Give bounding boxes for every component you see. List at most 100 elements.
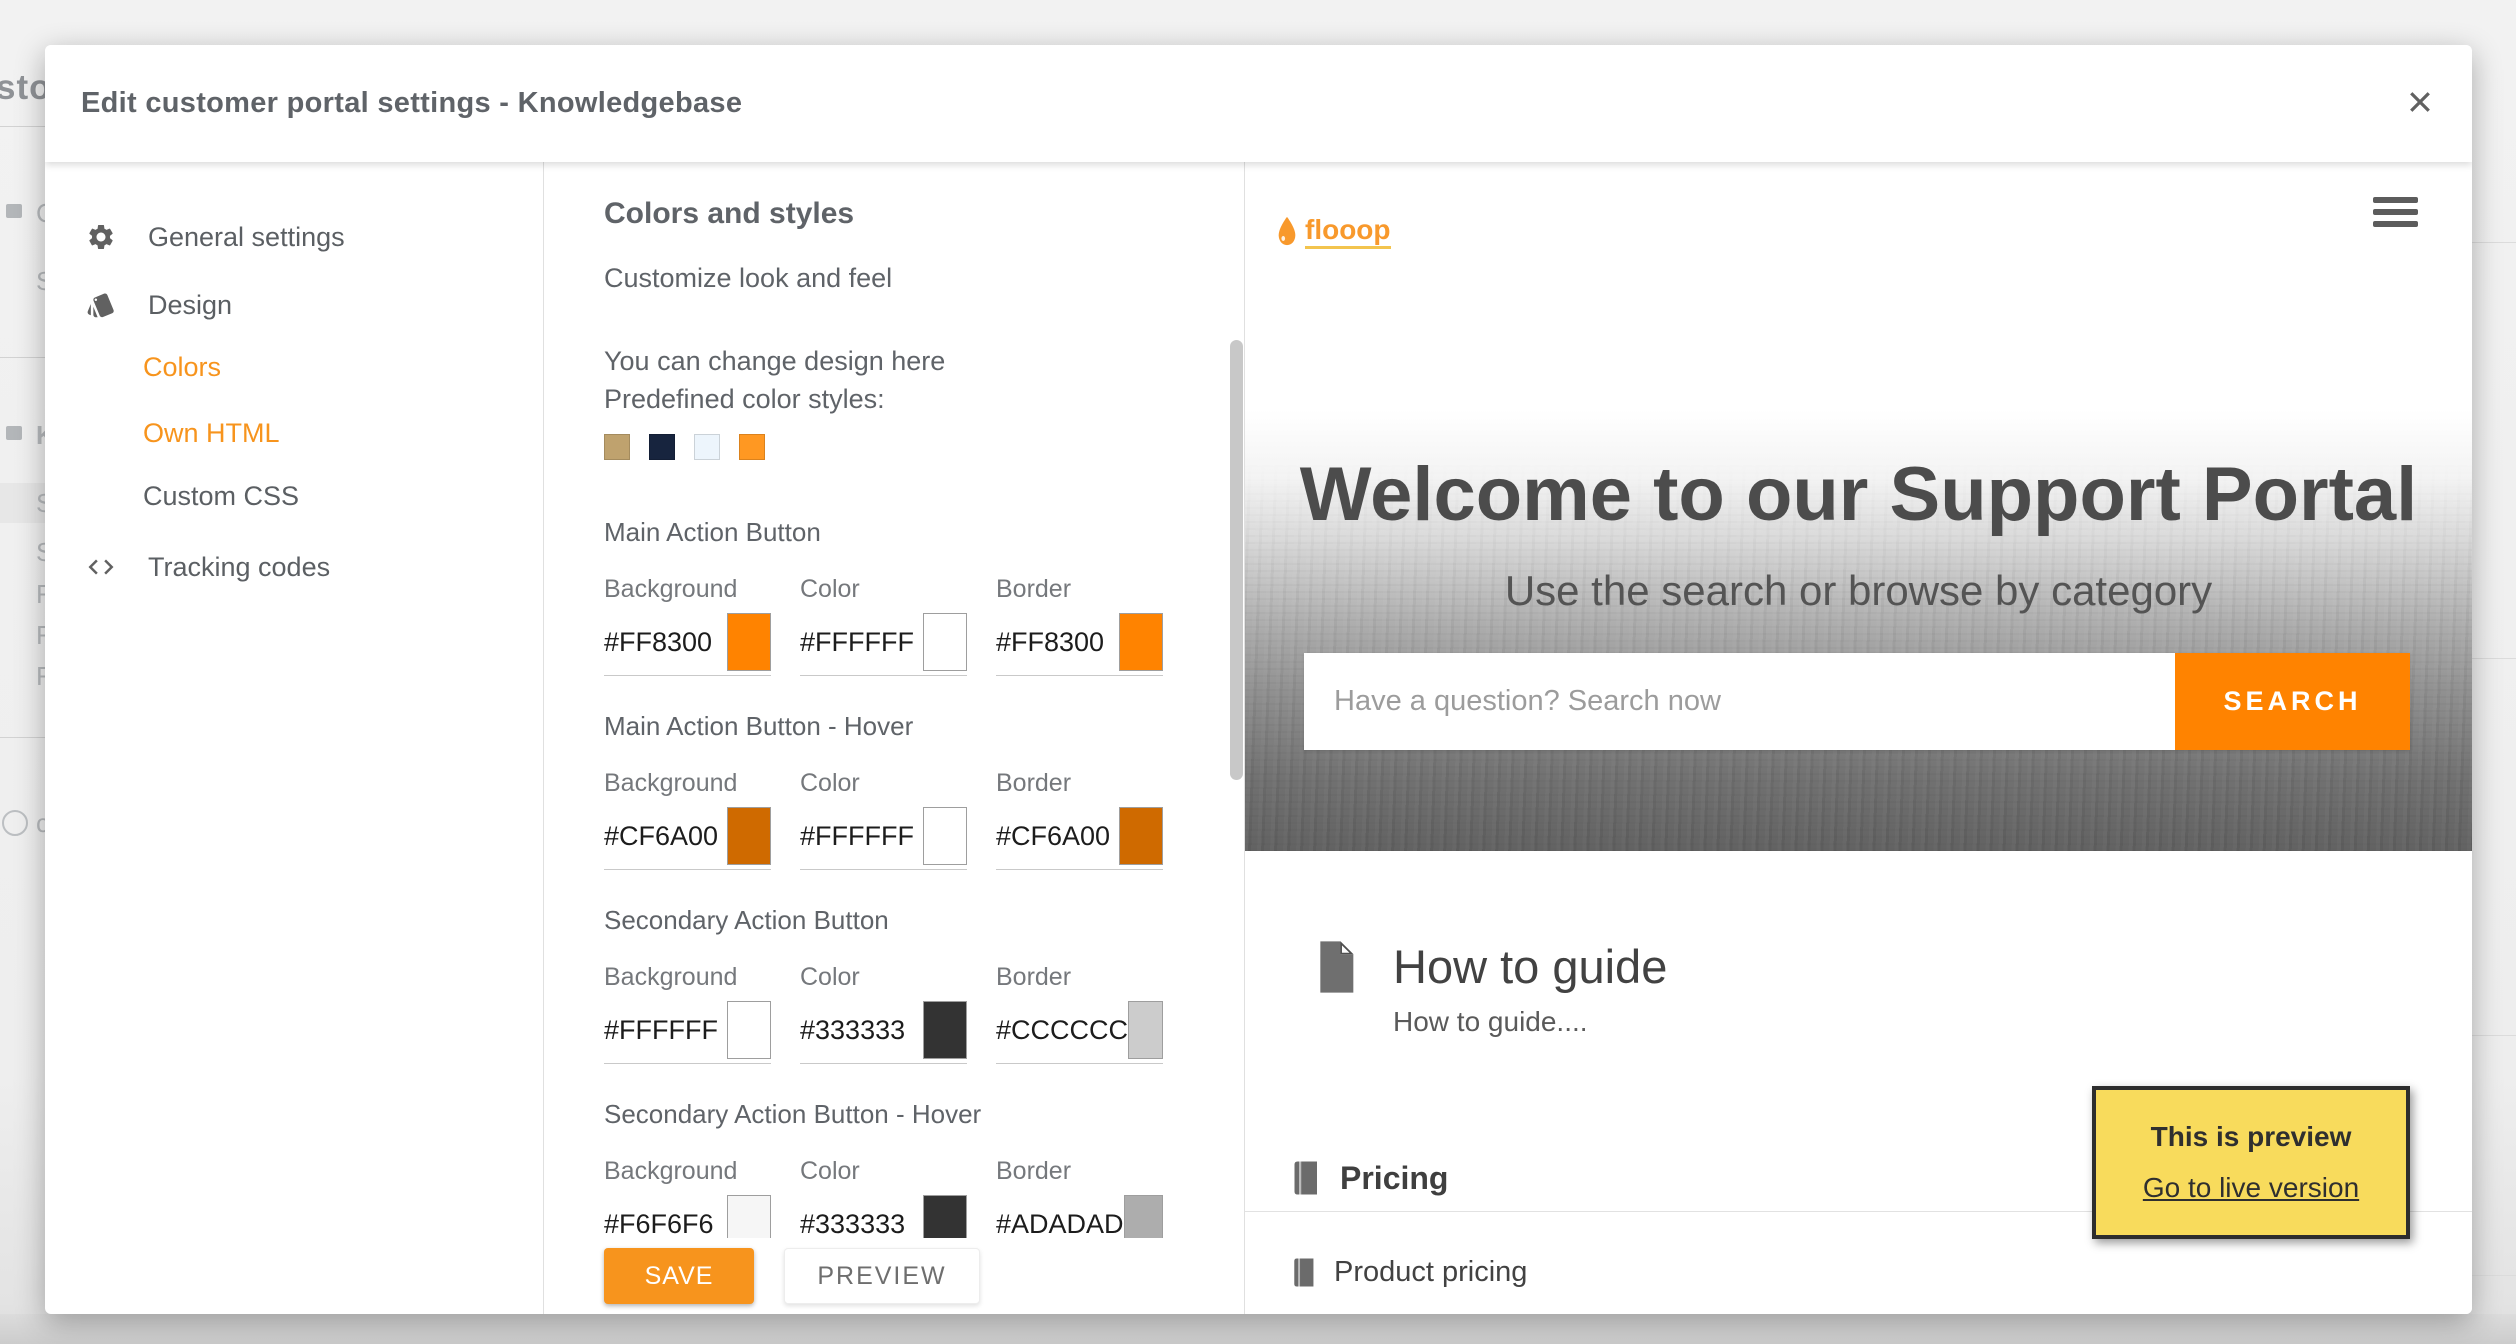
color-field-border: Border #ADADAD (996, 1157, 1163, 1238)
portal-logo[interactable]: flooop (1277, 215, 1391, 249)
ghost-icon (6, 204, 22, 218)
hex-value-input[interactable]: #FFFFFF (800, 627, 923, 658)
background-divider (0, 737, 46, 738)
code-icon (86, 552, 116, 582)
color-swatch[interactable] (923, 1001, 967, 1059)
color-field-background: Background #FFFFFF (604, 963, 771, 1064)
section-title: Secondary Action Button (604, 905, 889, 935)
section-secondary-action-button-hover: Secondary Action Button - Hover Backgrou… (604, 1099, 1204, 1238)
background-ghost-row: S (0, 537, 53, 567)
gear-icon (86, 222, 116, 252)
style-icon (86, 290, 116, 320)
sidebar-item-label: Design (148, 289, 233, 320)
edit-portal-settings-modal: Edit customer portal settings - Knowledg… (45, 45, 2472, 1314)
sidebar-item-label: Tracking codes (148, 551, 331, 582)
sidebar-item-own-html[interactable]: Own HTML (143, 418, 543, 448)
sidebar-item-custom-css[interactable]: Custom CSS (143, 481, 543, 511)
background-divider (0, 126, 46, 127)
section-title: Main Action Button - Hover (604, 711, 914, 741)
close-button[interactable] (2398, 81, 2442, 125)
modal-title: Edit customer portal settings - Knowledg… (81, 87, 743, 119)
portal-preview: flooop Welcome to our Support Portal Use… (1245, 162, 2472, 1314)
sidebar-item-tracking-codes[interactable]: Tracking codes (86, 552, 543, 582)
search-button[interactable]: SEARCH (2175, 653, 2410, 750)
color-swatch[interactable] (1128, 1001, 1163, 1059)
background-ghost-row: F (36, 620, 52, 650)
panel-subheading: Customize look and feel (604, 263, 893, 293)
hamburger-menu-icon[interactable] (2373, 197, 2418, 233)
predefined-color-swatch[interactable] (604, 434, 630, 460)
settings-scroll-area[interactable]: Colors and styles Customize look and fee… (544, 162, 1244, 1238)
predefined-color-swatch[interactable] (694, 434, 720, 460)
preview-mode-banner: This is preview Go to live version (2092, 1086, 2410, 1239)
hex-value-input[interactable]: #F6F6F6 (604, 1209, 727, 1239)
hex-value-input[interactable]: #333333 (800, 1015, 923, 1046)
color-swatch[interactable] (923, 613, 967, 671)
hex-value-input[interactable]: #ADADAD (996, 1209, 1124, 1239)
sidebar-item-design[interactable]: Design (86, 290, 543, 320)
hex-value-input[interactable]: #333333 (800, 1209, 923, 1239)
banner-text: This is preview (2150, 1121, 2352, 1152)
color-swatch[interactable] (727, 807, 771, 865)
book-icon (1294, 1258, 1314, 1287)
hex-value-input[interactable]: #CCCCCC (996, 1015, 1128, 1046)
background-ghost-row: c (0, 808, 49, 838)
category-title: Pricing (1340, 1159, 1449, 1196)
panel-scrollbar[interactable] (1230, 340, 1243, 780)
section-title: Main Action Button (604, 517, 821, 547)
sidebar-item-label: Own HTML (143, 417, 280, 448)
article-product-pricing[interactable]: Product pricing (1293, 1256, 2472, 1289)
color-swatch[interactable] (1119, 807, 1163, 865)
hex-value-input[interactable]: #FFFFFF (604, 1015, 727, 1046)
color-swatch[interactable] (727, 1195, 771, 1238)
background-divider (2472, 658, 2516, 659)
go-to-live-version-link[interactable]: Go to live version (2143, 1171, 2359, 1205)
color-field-background: Background #CF6A00 (604, 769, 771, 870)
search-input[interactable] (1304, 653, 2175, 750)
sidebar-item-general-settings[interactable]: General settings (86, 222, 543, 252)
background-divider (2472, 1035, 2516, 1036)
background-ghost-row: K (0, 420, 55, 450)
droplet-icon (1278, 216, 1296, 246)
color-swatch[interactable] (1123, 1195, 1163, 1238)
background-ghost-row: S (0, 488, 53, 518)
preview-button[interactable]: PREVIEW (784, 1248, 980, 1304)
background-ghost-row: C (0, 198, 55, 228)
hex-value-input[interactable]: #FFFFFF (800, 821, 923, 852)
color-field-color: Color #333333 (800, 1157, 967, 1238)
color-field-border: Border #CF6A00 (996, 769, 1163, 870)
hex-value-input[interactable]: #CF6A00 (604, 821, 727, 852)
color-swatch[interactable] (923, 807, 967, 865)
save-button[interactable]: SAVE (604, 1248, 754, 1304)
category-how-to-guide[interactable]: How to guide (1313, 939, 2472, 995)
color-field-background: Background #F6F6F6 (604, 1157, 771, 1238)
book-icon (1294, 1161, 1317, 1195)
section-main-action-button: Main Action Button Background #FF8300 Co… (604, 517, 1204, 676)
color-swatch[interactable] (923, 1195, 967, 1238)
color-field-color: Color #FFFFFF (800, 575, 967, 676)
background-ghost-row: F (36, 579, 52, 609)
background-bottom-band (0, 1314, 2516, 1344)
hero-banner: flooop Welcome to our Support Portal Use… (1245, 162, 2472, 851)
sidebar-item-colors[interactable]: Colors (143, 352, 543, 382)
modal-body: General settings Design Colors Own HTML … (45, 162, 2472, 1314)
background-ghost-row: S (0, 266, 53, 296)
hex-value-input[interactable]: #FF8300 (996, 627, 1119, 658)
sidebar-item-label: General settings (148, 221, 345, 252)
predefined-color-swatch[interactable] (649, 434, 675, 460)
color-swatch[interactable] (1119, 613, 1163, 671)
color-field-background: Background #FF8300 (604, 575, 771, 676)
hex-value-input[interactable]: #FF8300 (604, 627, 727, 658)
ghost-circle-icon (2, 810, 28, 836)
color-field-border: Border #CCCCCC (996, 963, 1163, 1064)
ghost-icon (6, 426, 22, 440)
predefined-color-swatch[interactable] (739, 434, 765, 460)
section-main-action-button-hover: Main Action Button - Hover Background #C… (604, 711, 1204, 870)
color-swatch[interactable] (727, 613, 771, 671)
color-field-border: Border #FF8300 (996, 575, 1163, 676)
hex-value-input[interactable]: #CF6A00 (996, 821, 1119, 852)
color-swatch[interactable] (727, 1001, 771, 1059)
background-divider (2472, 1275, 2516, 1276)
category-title: How to guide (1393, 940, 1668, 993)
panel-hint: You can change design here (604, 346, 946, 376)
